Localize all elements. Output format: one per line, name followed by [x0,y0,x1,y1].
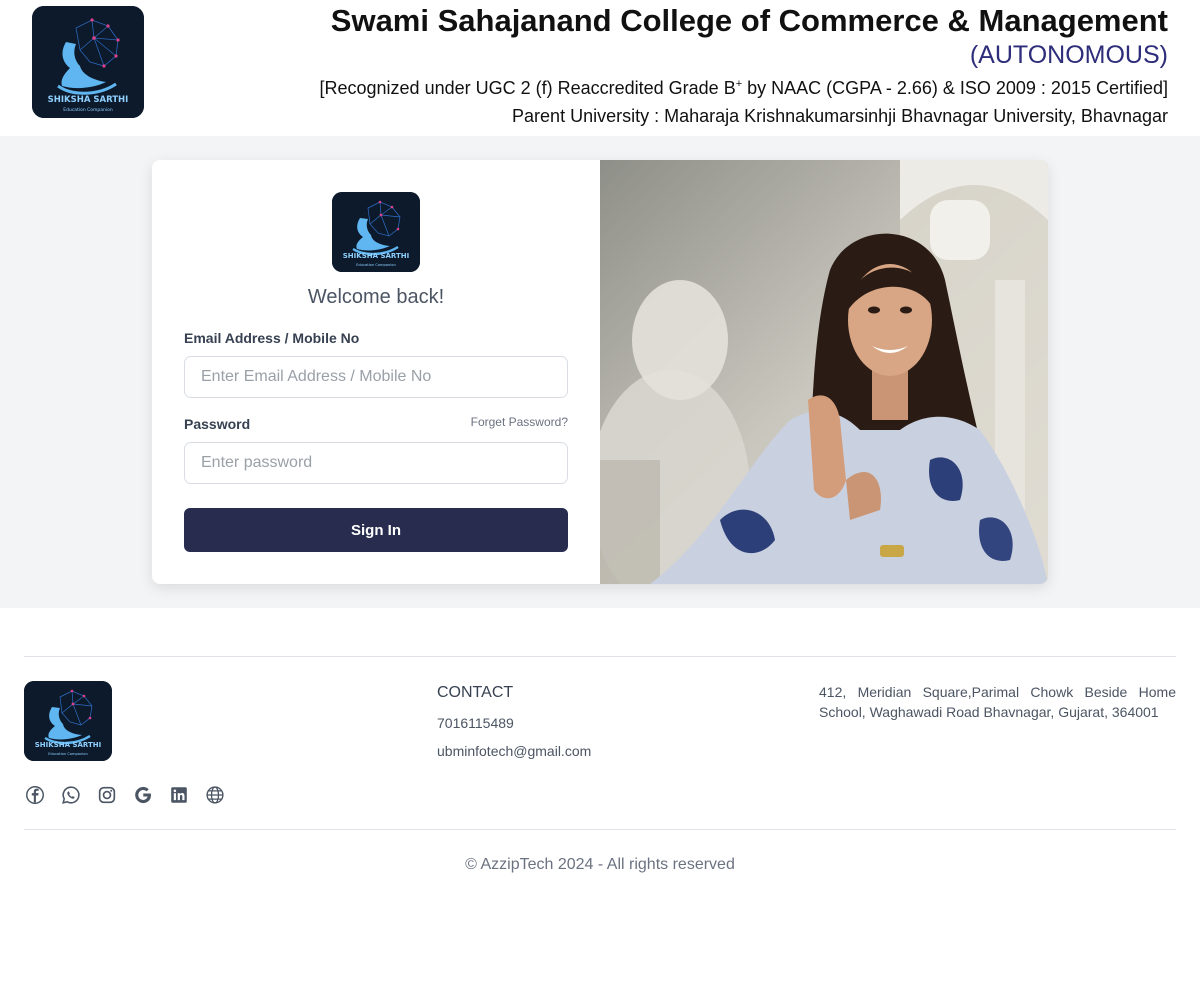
email-label: Email Address / Mobile No [184,330,360,346]
instagram-icon[interactable] [96,784,118,806]
welcome-photo [600,160,1048,584]
logo-tagline: Education Companion [356,263,395,267]
welcome-photo-graphic [600,160,1048,584]
forgot-password-link[interactable]: Forget Password? [471,415,568,429]
globe-icon[interactable] [204,784,226,806]
google-icon[interactable] [132,784,154,806]
linkedin-icon[interactable] [168,784,190,806]
recognition-text: [Recognized under UGC 2 (f) Reaccredited… [268,70,1169,102]
welcome-heading: Welcome back! [307,286,445,308]
contact-phone[interactable]: 7016115489 [437,715,514,731]
recognition-pre: [Recognized under UGC 2 (f) Reaccredited… [319,78,736,98]
copyright: © AzzipTech 2024 - All rights reserved [465,856,735,873]
login-section: SHIKSHA SARTHI Education Companion Welco… [0,136,1200,608]
recognition-post: by NAAC (CGPA - 2.66) & ISO 2009 : 2015 … [742,78,1168,98]
sign-in-button[interactable]: Sign In [184,508,568,552]
autonomous-status: (AUTONOMOUS) [969,41,1168,69]
logo-text: SHIKSHA SARTHI [48,95,129,105]
site-header: SHIKSHA SARTHI Education Companion Swami… [0,0,1200,136]
shiksha-sarthi-logo[interactable]: SHIKSHA SARTHI Education Companion [32,6,144,118]
facebook-icon[interactable] [24,784,46,806]
contact-address: 412, Meridian Square,Parimal Chowk Besid… [819,684,1176,720]
shiksha-sarthi-logo-graphic: SHIKSHA SARTHI Education Companion [332,192,420,272]
shiksha-sarthi-logo-graphic: SHIKSHA SARTHI Education Companion [32,6,144,118]
footer-logo: SHIKSHA SARTHI Education Companion [24,681,112,761]
shiksha-sarthi-logo: SHIKSHA SARTHI Education Companion [332,192,420,272]
contact-email[interactable]: ubminfotech@gmail.com [437,743,591,759]
parent-university: Parent University : Maharaja Krishnakuma… [512,106,1168,126]
password-input[interactable] [184,442,568,484]
logo-text: SHIKSHA SARTHI [35,741,101,749]
logo-tagline: Education Companion [63,107,113,113]
login-card: SHIKSHA SARTHI Education Companion Welco… [152,160,1048,584]
password-label: Password [184,416,251,432]
college-info: Swami Sahajanand College of Commerce & M… [268,0,1169,130]
shiksha-sarthi-logo-graphic: SHIKSHA SARTHI Education Companion [24,681,112,761]
social-links [24,784,226,806]
footer-divider-top [24,656,1176,657]
footer-divider-bottom [24,829,1176,830]
contact-heading: CONTACT [437,684,514,701]
logo-tagline: Education Companion [48,752,87,756]
login-form: SHIKSHA SARTHI Education Companion Welco… [152,160,600,584]
college-name: Swami Sahajanand College of Commerce & M… [330,3,1168,38]
email-input[interactable] [184,356,568,398]
logo-text: SHIKSHA SARTHI [343,252,409,260]
whatsapp-icon[interactable] [60,784,82,806]
